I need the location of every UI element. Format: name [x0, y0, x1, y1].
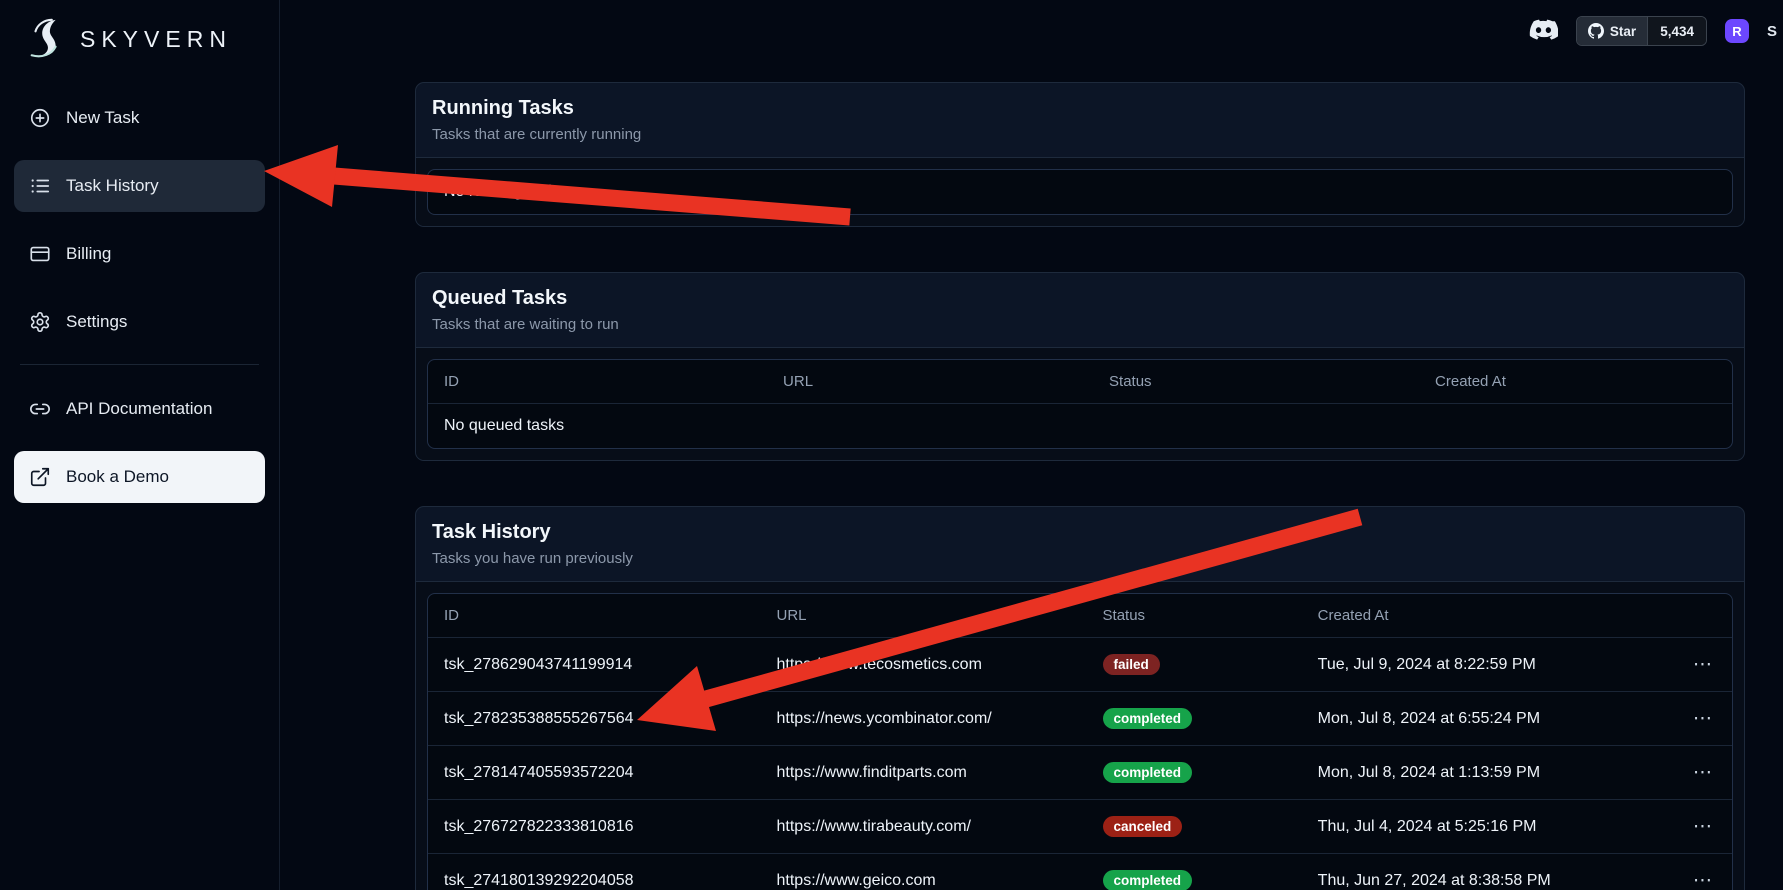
task-id: tsk_278629043741199914 [428, 641, 761, 689]
column-header-created-at: Created At [1419, 360, 1732, 403]
app-root: SKYVERN New Task Task History Billing [0, 0, 1783, 890]
card-title: Task History [432, 521, 1728, 544]
card-subtitle: Tasks that are waiting to run [432, 316, 1728, 333]
column-header-status: Status [1087, 594, 1302, 637]
sidebar: SKYVERN New Task Task History Billing [0, 0, 280, 890]
discord-icon[interactable] [1527, 19, 1558, 43]
username-partial-text: S [1767, 23, 1777, 40]
nav-label: Book a Demo [66, 467, 169, 487]
nav-label: Settings [66, 312, 127, 332]
sidebar-item-api-documentation[interactable]: API Documentation [14, 383, 265, 435]
sidebar-item-settings[interactable]: Settings [14, 296, 265, 348]
column-header-status: Status [1093, 360, 1419, 403]
status-badge: completed [1103, 762, 1193, 783]
nav-label: New Task [66, 108, 139, 128]
status-badge: canceled [1103, 816, 1183, 837]
gear-icon [29, 311, 51, 333]
row-actions-button[interactable]: ⋯ [1667, 854, 1732, 890]
task-row-4[interactable]: tsk_276727822333810816 https://www.tirab… [428, 799, 1732, 853]
column-header-created-at: Created At [1302, 594, 1667, 637]
nav-label: Billing [66, 244, 111, 264]
running-tasks-header: Running Tasks Tasks that are currently r… [416, 83, 1744, 158]
card-subtitle: Tasks you have run previously [432, 550, 1728, 567]
task-url: https://www.tirabeauty.com/ [761, 803, 1087, 851]
skyvern-dragon-icon [24, 16, 70, 62]
task-url: https://www.geico.com [761, 857, 1087, 890]
main-area: Star 5,434 R S Running Tasks Tasks that … [280, 0, 1783, 890]
task-row-1[interactable]: tsk_278629043741199914 https://www.tecos… [428, 637, 1732, 691]
queued-table-header: ID URL Status Created At [428, 360, 1732, 403]
status-badge: failed [1103, 654, 1160, 675]
empty-state-running: No running tasks [428, 170, 1732, 214]
task-url: https://news.ycombinator.com/ [761, 695, 1087, 743]
status-badge: completed [1103, 870, 1193, 890]
column-header-actions [1667, 603, 1732, 629]
content-area: Running Tasks Tasks that are currently r… [280, 62, 1783, 890]
task-row-2[interactable]: tsk_278235388555267564 https://news.ycom… [428, 691, 1732, 745]
task-history-card: Task History Tasks you have run previous… [415, 506, 1745, 890]
sidebar-item-book-a-demo[interactable]: Book a Demo [14, 451, 265, 503]
task-row-5[interactable]: tsk_274180139292204058 https://www.geico… [428, 853, 1732, 890]
task-created-at: Mon, Jul 8, 2024 at 6:55:24 PM [1302, 695, 1667, 743]
sidebar-nav: New Task Task History Billing Set [14, 92, 265, 503]
sidebar-item-billing[interactable]: Billing [14, 228, 265, 280]
task-url: https://www.finditparts.com [761, 749, 1087, 797]
github-star-button[interactable]: Star [1577, 17, 1647, 45]
topbar: Star 5,434 R S [280, 0, 1783, 62]
credit-card-icon [29, 243, 51, 265]
task-id: tsk_276727822333810816 [428, 803, 761, 851]
list-icon [29, 175, 51, 197]
queued-tasks-card: Queued Tasks Tasks that are waiting to r… [415, 272, 1745, 461]
task-created-at: Thu, Jun 27, 2024 at 8:38:58 PM [1302, 857, 1667, 890]
task-id: tsk_274180139292204058 [428, 857, 761, 890]
card-title: Running Tasks [432, 97, 1728, 120]
history-table-header: ID URL Status Created At [428, 594, 1732, 637]
row-actions-button[interactable]: ⋯ [1667, 746, 1732, 799]
external-link-icon [29, 466, 51, 488]
card-title: Queued Tasks [432, 287, 1728, 310]
running-tasks-card: Running Tasks Tasks that are currently r… [415, 82, 1745, 227]
github-star-widget[interactable]: Star 5,434 [1576, 16, 1707, 46]
column-header-url: URL [761, 594, 1087, 637]
row-actions-button[interactable]: ⋯ [1667, 692, 1732, 745]
column-header-id: ID [428, 360, 767, 403]
sidebar-item-new-task[interactable]: New Task [14, 92, 265, 144]
task-created-at: Tue, Jul 9, 2024 at 8:22:59 PM [1302, 641, 1667, 689]
task-row-3[interactable]: tsk_278147405593572204 https://www.findi… [428, 745, 1732, 799]
empty-state-queued: No queued tasks [428, 404, 1732, 448]
sidebar-item-task-history[interactable]: Task History [14, 160, 265, 212]
task-created-at: Mon, Jul 8, 2024 at 1:13:59 PM [1302, 749, 1667, 797]
task-created-at: Thu, Jul 4, 2024 at 5:25:16 PM [1302, 803, 1667, 851]
card-subtitle: Tasks that are currently running [432, 126, 1728, 143]
running-tasks-content: No running tasks [416, 158, 1744, 226]
github-icon [1588, 23, 1604, 39]
queued-tasks-header: Queued Tasks Tasks that are waiting to r… [416, 273, 1744, 348]
plus-circle-icon [29, 107, 51, 129]
task-url: https://www.tecosmetics.com [761, 641, 1087, 689]
status-badge: completed [1103, 708, 1193, 729]
brand-name: SKYVERN [80, 26, 232, 53]
queued-tasks-content: ID URL Status Created At No queued tasks [416, 348, 1744, 460]
column-header-id: ID [428, 594, 761, 637]
sidebar-divider [20, 364, 259, 365]
github-star-count[interactable]: 5,434 [1647, 17, 1706, 45]
nav-label: Task History [66, 176, 159, 196]
link-icon [29, 398, 51, 420]
user-avatar[interactable]: R [1725, 19, 1749, 43]
task-history-content: ID URL Status Created At tsk_27862904374… [416, 582, 1744, 890]
column-header-url: URL [767, 360, 1093, 403]
github-star-label: Star [1610, 24, 1636, 39]
nav-label: API Documentation [66, 399, 212, 419]
row-actions-button[interactable]: ⋯ [1667, 638, 1732, 691]
row-actions-button[interactable]: ⋯ [1667, 800, 1732, 853]
task-id: tsk_278147405593572204 [428, 749, 761, 797]
task-history-header: Task History Tasks you have run previous… [416, 507, 1744, 582]
skyvern-logo[interactable]: SKYVERN [14, 12, 265, 76]
task-id: tsk_278235388555267564 [428, 695, 761, 743]
